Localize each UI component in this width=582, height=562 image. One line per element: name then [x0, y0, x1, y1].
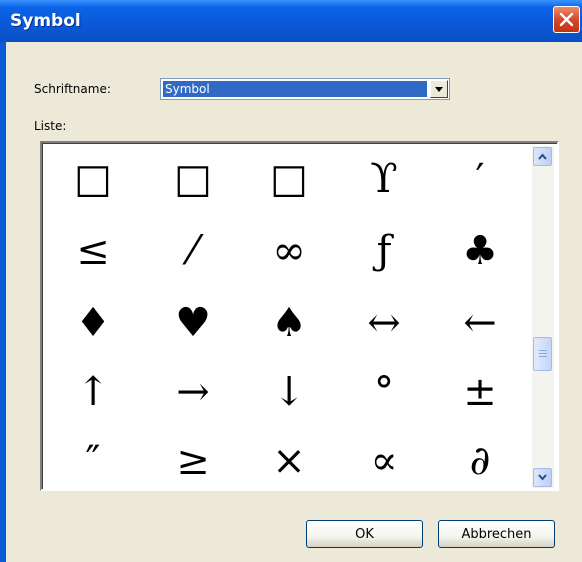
- arrow-down-icon: [538, 474, 547, 481]
- list-label: Liste:: [34, 119, 67, 133]
- symbol-cell[interactable]: ƒ: [334, 216, 434, 286]
- chevron-down-icon: [435, 87, 443, 92]
- title-bar[interactable]: Symbol: [0, 0, 582, 42]
- symbol-cell[interactable]: ⁄: [143, 216, 243, 286]
- scroll-up-button[interactable]: [533, 147, 552, 166]
- symbol-cell[interactable]: ″: [43, 426, 143, 496]
- ok-button[interactable]: OK: [306, 520, 423, 548]
- symbol-cell[interactable]: ϒ: [334, 144, 434, 214]
- symbol-cell[interactable]: ×: [239, 426, 339, 496]
- symbol-cell[interactable]: □: [143, 144, 243, 214]
- font-name-dropdown[interactable]: Symbol: [160, 78, 450, 100]
- symbol-dialog: Symbol Schriftname: Symbol Liste: □ □ □ ϒ ′ ≤…: [0, 0, 582, 562]
- dialog-body: Schriftname: Symbol Liste: □ □ □ ϒ ′ ≤ ⁄ ∞ ƒ ♣ ♦ ♥ ♠…: [6, 42, 582, 562]
- symbol-cell[interactable]: →: [143, 357, 243, 427]
- vertical-scrollbar[interactable]: [532, 146, 554, 488]
- symbol-cell[interactable]: ±: [430, 357, 530, 427]
- symbol-grid: □ □ □ ϒ ′ ≤ ⁄ ∞ ƒ ♣ ♦ ♥ ♠ ↔ ← ↑ → ↓ ° ± ″ ≥ × ∝ ∂: [43, 144, 529, 488]
- close-icon: [559, 12, 574, 27]
- window-title: Symbol: [10, 11, 81, 31]
- symbol-cell[interactable]: °: [334, 357, 434, 427]
- dropdown-button[interactable]: [430, 80, 448, 98]
- symbol-cell[interactable]: ↑: [43, 357, 143, 427]
- symbol-cell[interactable]: □: [239, 144, 339, 214]
- symbol-cell[interactable]: ↔: [334, 288, 434, 358]
- font-name-label: Schriftname:: [34, 82, 111, 96]
- symbol-cell[interactable]: ′: [430, 144, 530, 214]
- symbol-cell[interactable]: ↓: [239, 357, 339, 427]
- symbol-cell[interactable]: ≥: [143, 426, 243, 496]
- font-name-value: Symbol: [163, 81, 427, 97]
- scroll-down-button[interactable]: [533, 468, 552, 487]
- symbol-cell[interactable]: ♥: [143, 288, 243, 358]
- symbol-list[interactable]: □ □ □ ϒ ′ ≤ ⁄ ∞ ƒ ♣ ♦ ♥ ♠ ↔ ← ↑ → ↓ ° ± ″ ≥ × ∝ ∂: [40, 141, 559, 491]
- close-button[interactable]: [553, 6, 580, 33]
- symbol-cell[interactable]: ∝: [334, 426, 434, 496]
- symbol-cell[interactable]: ♦: [43, 288, 143, 358]
- scroll-thumb[interactable]: [533, 337, 552, 371]
- arrow-up-icon: [538, 153, 547, 160]
- symbol-cell[interactable]: ≤: [43, 216, 143, 286]
- symbol-cell[interactable]: ∂: [430, 426, 530, 496]
- symbol-cell[interactable]: □: [43, 144, 143, 214]
- symbol-cell[interactable]: ∞: [239, 216, 339, 286]
- symbol-cell[interactable]: ♠: [239, 288, 339, 358]
- symbol-cell[interactable]: ♣: [430, 216, 530, 286]
- symbol-cell[interactable]: ←: [430, 288, 530, 358]
- cancel-button[interactable]: Abbrechen: [438, 520, 555, 548]
